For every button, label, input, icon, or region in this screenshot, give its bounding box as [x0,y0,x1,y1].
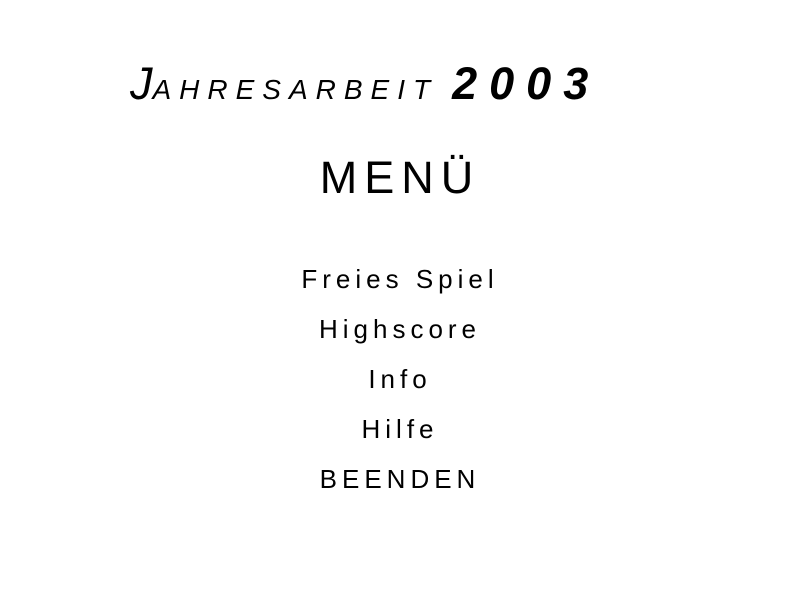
menu-item-free-play[interactable]: Freies Spiel [0,262,800,296]
title-word: AHRESARBEIT [152,74,439,105]
game-title: JAHRESARBEIT 2003 [130,58,690,114]
title-initial: J [130,58,153,109]
menu-item-info[interactable]: Info [0,362,800,396]
game-screen: JAHRESARBEIT 2003 MENÜ Freies Spiel Highs… [0,0,800,600]
menu-item-help[interactable]: Hilfe [0,412,800,446]
menu-item-quit[interactable]: BEENDEN [0,462,800,496]
title-year: 2003 [452,58,601,109]
menu-item-highscore[interactable]: Highscore [0,312,800,346]
menu-heading: MENÜ [319,152,481,203]
